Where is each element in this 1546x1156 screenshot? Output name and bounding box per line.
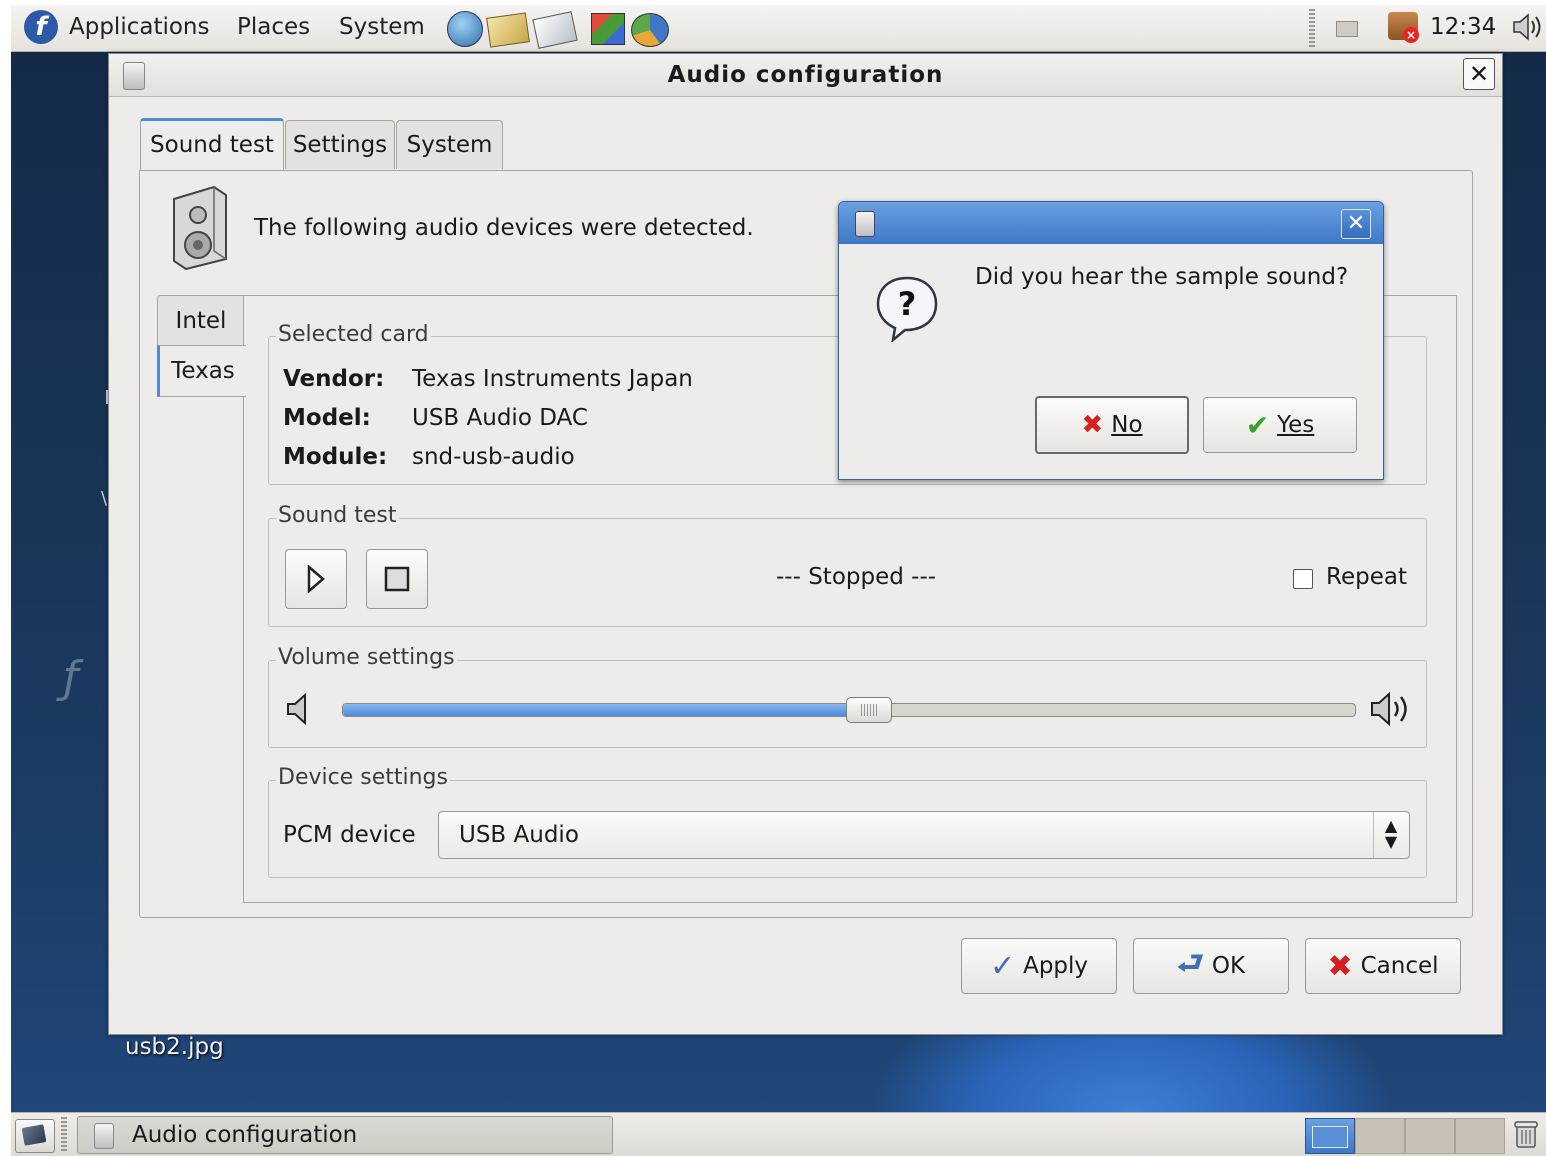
select-arrows-icon: ▲ ▼ <box>1384 816 1398 851</box>
volume-slider-fill <box>343 704 868 716</box>
fedora-logo-icon[interactable]: f <box>24 10 58 44</box>
volume-low-icon <box>286 692 312 726</box>
window-close-button[interactable]: ✕ <box>1463 58 1495 90</box>
workspace-2[interactable] <box>1355 1118 1405 1154</box>
enter-arrow-icon: ⮐ <box>1176 945 1204 981</box>
text-editor-icon[interactable] <box>532 11 578 49</box>
selected-card-legend: Selected card <box>276 322 431 347</box>
pcm-device-value: USB Audio <box>459 822 579 848</box>
yes-button[interactable]: ✔ Yes <box>1203 397 1357 453</box>
volume-legend: Volume settings <box>276 645 457 670</box>
cancel-button[interactable]: ✖ Cancel <box>1305 938 1461 994</box>
playback-status: --- Stopped --- <box>776 564 937 590</box>
clock[interactable]: 12:34 <box>1430 14 1496 40</box>
pcm-device-select[interactable]: USB Audio ▲ ▼ <box>438 811 1410 859</box>
stop-icon <box>384 566 410 592</box>
workspace-1[interactable] <box>1305 1118 1355 1154</box>
question-bubble-icon: ? <box>875 274 939 344</box>
no-button[interactable]: ✖ No <box>1035 396 1189 454</box>
workspace-3[interactable] <box>1405 1118 1455 1154</box>
repeat-checkbox[interactable] <box>1293 569 1313 589</box>
model-label: Model: <box>283 405 371 431</box>
panel-handle <box>61 1117 67 1153</box>
tab-system[interactable]: System <box>396 120 503 169</box>
volume-tray-icon[interactable] <box>1511 13 1543 41</box>
window-title-bar[interactable]: Audio configuration ✕ <box>109 54 1502 97</box>
stop-button[interactable] <box>366 549 428 609</box>
model-value: USB Audio DAC <box>412 405 588 431</box>
play-button[interactable] <box>285 549 347 609</box>
sample-sound-dialog: ✕ ? Did you hear the sample sound? ✖ No … <box>838 201 1384 480</box>
workspace-4[interactable] <box>1455 1118 1505 1154</box>
desktop-icon-fragment: \ <box>101 488 108 509</box>
device-legend: Device settings <box>276 765 450 790</box>
vendor-value: Texas Instruments Japan <box>412 366 693 392</box>
question-text: Did you hear the sample sound? <box>975 264 1349 290</box>
applications-menu[interactable]: Applications <box>69 14 210 40</box>
volume-slider-thumb[interactable] <box>846 697 892 723</box>
places-menu[interactable]: Places <box>237 14 310 40</box>
system-menu[interactable]: System <box>339 14 425 40</box>
tab-sound-test[interactable]: Sound test <box>140 118 284 171</box>
volume-high-icon <box>1370 691 1412 727</box>
taskbar-item-audio-config[interactable]: Audio configuration <box>77 1116 613 1154</box>
window-title: Audio configuration <box>667 62 944 88</box>
checkmark-icon: ✓ <box>989 948 1016 984</box>
panel-handle <box>1309 9 1315 47</box>
svg-text:?: ? <box>898 285 917 323</box>
tab-settings[interactable]: Settings <box>285 120 395 169</box>
speaker-app-icon <box>94 1123 114 1149</box>
bottom-panel: Audio configuration <box>11 1112 1546 1156</box>
update-alert-icon: × <box>1403 27 1419 43</box>
desktop-file-label[interactable]: usb2.jpg <box>125 1034 224 1060</box>
web-browser-icon[interactable] <box>447 11 483 47</box>
office-suite-icon[interactable] <box>631 13 669 47</box>
card-tab-intel[interactable]: Intel <box>157 295 244 347</box>
network-icon[interactable] <box>1336 21 1358 37</box>
vendor-label: Vendor: <box>283 366 385 392</box>
yes-check-icon: ✔ <box>1245 408 1270 442</box>
show-desktop-button[interactable] <box>15 1119 55 1153</box>
trash-icon[interactable] <box>1514 1119 1538 1149</box>
top-panel: f Applications Places System × 12:34 <box>11 5 1546 52</box>
question-title-bar[interactable]: ✕ <box>839 202 1383 244</box>
volume-slider[interactable] <box>342 697 1356 723</box>
no-x-icon: ✖ <box>1081 410 1104 440</box>
presentation-icon[interactable] <box>591 13 625 45</box>
ok-button[interactable]: ⮐ OK <box>1133 938 1289 994</box>
email-client-icon[interactable] <box>486 12 530 48</box>
repeat-label: Repeat <box>1326 564 1407 590</box>
fedora-watermark: ƒ <box>63 652 79 703</box>
module-label: Module: <box>283 444 388 470</box>
intro-text: The following audio devices were detecte… <box>254 215 754 241</box>
question-close-button[interactable]: ✕ <box>1341 209 1371 239</box>
module-value: snd-usb-audio <box>412 444 575 470</box>
pcm-device-label: PCM device <box>283 822 416 848</box>
speaker-app-icon <box>855 211 875 237</box>
sound-test-legend: Sound test <box>276 503 399 528</box>
play-icon <box>307 565 325 593</box>
desktop-icon <box>21 1124 47 1146</box>
cancel-x-icon: ✖ <box>1327 948 1353 984</box>
speaker-icon <box>168 185 230 271</box>
card-tab-texas[interactable]: Texas <box>157 345 246 397</box>
taskbar-item-label: Audio configuration <box>132 1122 358 1148</box>
apply-button[interactable]: ✓ Apply <box>961 938 1117 994</box>
